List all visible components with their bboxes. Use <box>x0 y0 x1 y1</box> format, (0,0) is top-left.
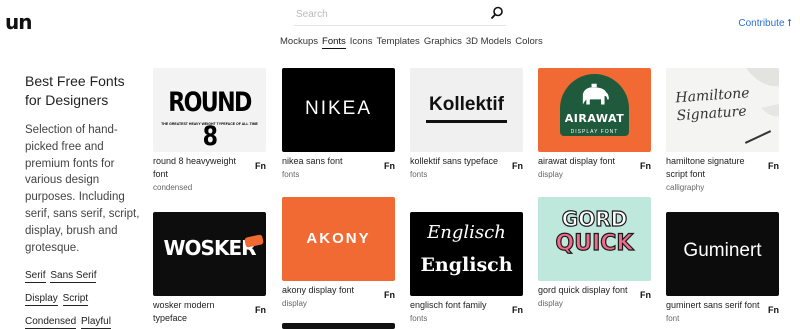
font-category: display <box>538 169 563 179</box>
font-badge: Fn <box>384 290 395 300</box>
font-thumbnail[interactable]: WOSKER <box>153 212 266 296</box>
tab-colors[interactable]: Colors <box>515 36 542 49</box>
englisch-artwork: Englisch <box>427 222 506 243</box>
font-title[interactable]: round 8 heavyweight font condensed <box>153 155 248 194</box>
font-badge: Fn <box>255 305 266 315</box>
font-badge: Fn <box>768 305 779 315</box>
font-thumbnail[interactable]: Guminert <box>666 212 779 296</box>
gord-artwork: GORD <box>561 206 628 231</box>
font-category: condensed <box>153 182 193 192</box>
tag-display[interactable]: Display <box>25 293 58 307</box>
font-thumbnail[interactable]: GORD QUICK <box>538 197 651 281</box>
kollektif-underline <box>426 120 507 123</box>
font-title[interactable]: englisch font family fonts <box>410 299 505 326</box>
tag-sans-serif[interactable]: Sans Serif <box>50 270 97 284</box>
quick-artwork: QUICK <box>555 230 634 256</box>
round8-artwork: ROUND 8 <box>168 87 252 152</box>
nikea-artwork: NIKEA <box>304 98 373 119</box>
round8-subline: THE GREATEST HEAVY WEIGHT TYPEFACE OF AL… <box>161 122 258 126</box>
font-title[interactable]: hamiltone signature script font calligra… <box>666 155 761 194</box>
font-title[interactable]: wosker modern typeface <box>153 299 248 325</box>
tab-3d-models[interactable]: 3D Models <box>466 36 511 49</box>
airawat-subline: DISPLAY FONT <box>570 129 619 135</box>
font-title[interactable]: kollektif sans typeface fonts <box>410 155 505 182</box>
kollektif-artwork: Kollektif <box>429 94 504 115</box>
guminert-artwork: Guminert <box>683 240 762 261</box>
sidebar: Best Free Fonts for Designers Selection … <box>25 72 140 329</box>
font-category: fonts <box>410 169 428 179</box>
font-category: display <box>538 298 563 308</box>
page-title: Best Free Fonts for Designers <box>25 73 125 108</box>
elephant-icon <box>582 83 609 105</box>
font-thumbnail[interactable]: Kollektif <box>410 68 523 152</box>
font-title[interactable]: akony display font display <box>282 284 377 311</box>
font-category: fonts <box>410 313 428 323</box>
tab-templates[interactable]: Templates <box>377 36 420 49</box>
englisch-artwork-bold: Englisch <box>420 254 513 276</box>
font-badge: Fn <box>255 161 266 171</box>
category-nav: Mockups Fonts Icons Templates Graphics 3… <box>280 36 543 49</box>
font-thumbnail[interactable]: AIRAWAT DISPLAY FONT <box>538 68 651 152</box>
search-input[interactable] <box>294 4 474 25</box>
font-title[interactable]: gord quick display font display <box>538 284 633 311</box>
tab-fonts[interactable]: Fonts <box>322 36 346 49</box>
tab-icons[interactable]: Icons <box>350 36 373 49</box>
font-badge: Fn <box>512 305 523 315</box>
tab-mockups[interactable]: Mockups <box>280 36 318 49</box>
font-badge: Fn <box>384 161 395 171</box>
tag-script[interactable]: Script <box>62 293 89 307</box>
search-icon[interactable] <box>490 6 504 20</box>
akony-artwork: AKONY <box>306 230 371 247</box>
font-badge: Fn <box>768 161 779 171</box>
search-bar[interactable] <box>294 4 506 26</box>
font-category: font <box>666 313 680 323</box>
page-description: Selection of hand-picked free and premiu… <box>25 124 140 254</box>
airawat-artwork: AIRAWAT <box>560 112 629 126</box>
tag-serif[interactable]: Serif <box>25 270 46 284</box>
font-thumbnail[interactable] <box>282 323 395 329</box>
contribute-link[interactable]: Contribute ⭡ <box>738 18 792 29</box>
logo[interactable]: un <box>5 10 33 34</box>
font-badge: Fn <box>640 161 651 171</box>
font-category: fonts <box>282 169 300 179</box>
font-title[interactable]: airawat display font display <box>538 155 633 182</box>
tag-playful[interactable]: Playful <box>80 316 111 329</box>
font-category: display <box>282 298 307 308</box>
font-badge: Fn <box>640 290 651 300</box>
font-thumbnail[interactable]: ROUND 8 THE GREATEST HEAVY WEIGHT TYPEFA… <box>153 68 266 152</box>
font-title[interactable]: nikea sans font fonts <box>282 155 377 182</box>
font-title[interactable]: guminert sans serif font font <box>666 299 761 326</box>
font-category: calligraphy <box>666 182 705 192</box>
font-thumbnail[interactable]: Englisch Englisch <box>410 212 523 296</box>
font-thumbnail[interactable]: AKONY <box>282 197 395 281</box>
tag-condensed[interactable]: Condensed <box>25 316 77 329</box>
tag-list: Serif Sans Serif Display Script Condense… <box>25 264 140 329</box>
font-thumbnail[interactable]: NIKEA <box>282 68 395 152</box>
hamiltone-artwork: Hamiltone Signature <box>674 85 751 125</box>
font-thumbnail[interactable]: Hamiltone Signature <box>666 68 779 152</box>
tab-graphics[interactable]: Graphics <box>424 36 462 49</box>
font-badge: Fn <box>512 161 523 171</box>
